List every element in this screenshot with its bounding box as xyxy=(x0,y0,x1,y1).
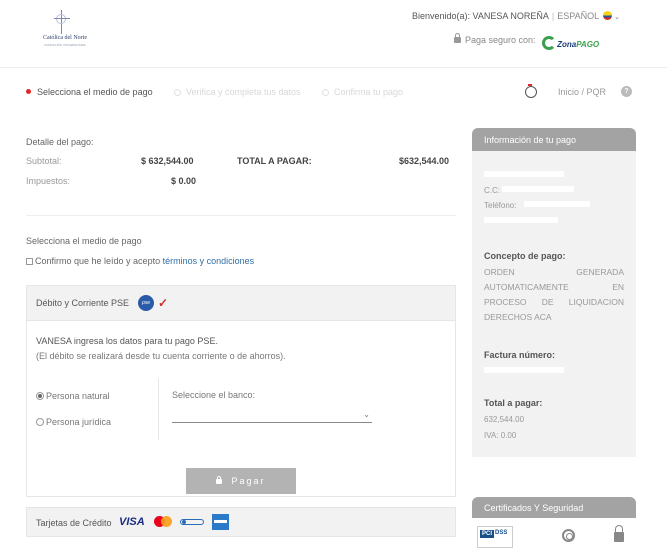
payment-info-panel: C.C: Teléfono: Concepto de pago: ORDEN GE… xyxy=(472,151,636,457)
pse-intro-line1: VANESA ingresa los datos para tu pago PS… xyxy=(36,336,218,346)
step2-label: Verifica y completa tus datos xyxy=(186,87,301,97)
university-logo[interactable]: Católica del Norte FUNDACIÓN UNIVERSITAR… xyxy=(30,10,100,50)
step3-label: Confirma tu pago xyxy=(334,87,404,97)
chevron-down-icon: ⌄ xyxy=(363,410,370,419)
certificates-title: Certificados Y Seguridad xyxy=(484,503,584,513)
payment-info-header: Información de tu pago xyxy=(472,128,636,151)
logo-text: Católica del Norte xyxy=(43,35,87,41)
bank-select[interactable]: ⌄ xyxy=(172,409,372,423)
zonapago-zona: Zona xyxy=(557,40,577,49)
concept-text: ORDEN GENERADA AUTOMATICAMENTE EN PROCESO D… xyxy=(484,265,624,325)
concept-label: Concepto de pago: xyxy=(484,251,566,261)
checkmark-icon: ✓ xyxy=(158,296,169,310)
redacted-name xyxy=(484,171,564,177)
terms-row: Confirmo que he leído y acepto términos … xyxy=(26,256,254,266)
visa-logo-icon: VISA xyxy=(119,516,145,528)
credit-cards-label: Tarjetas de Crédito xyxy=(36,518,112,528)
phone-label: Teléfono: xyxy=(484,201,517,210)
subtotal-label: Subtotal: xyxy=(26,156,62,166)
bank-label: Seleccione el banco: xyxy=(172,390,256,400)
language-selector[interactable]: ESPAÑOL xyxy=(557,11,599,21)
pci-dss-badge-icon[interactable] xyxy=(477,526,513,548)
radio-natural-control[interactable] xyxy=(36,392,44,400)
sidebar-iva-value: IVA: 0.00 xyxy=(484,431,517,440)
inactive-step-dot-icon xyxy=(174,89,181,96)
section-divider xyxy=(26,215,456,216)
vertical-divider xyxy=(158,378,159,440)
pse-panel: Débito y Corriente PSE pse ✓ VANESA ingr… xyxy=(26,285,456,497)
secure-text: Paga seguro con: xyxy=(465,35,536,45)
pay-button-label: Pagar xyxy=(231,476,266,486)
zonapago-pago: PAGO xyxy=(576,40,600,49)
active-step-dot-icon xyxy=(26,89,31,94)
radio-juridica-control[interactable] xyxy=(36,418,44,426)
subtotal-value: $ 632,544.00 xyxy=(141,156,194,166)
welcome-text: Bienvenido(a): VANESA NOREÑA xyxy=(412,11,549,21)
security-seal-icon[interactable] xyxy=(562,529,575,542)
logo-subtext: FUNDACIÓN UNIVERSITARIA xyxy=(44,43,86,47)
concept-line-4: DERECHOS ACA xyxy=(484,312,552,322)
welcome-bar: Bienvenido(a): VANESA NOREÑA | ESPAÑOL ⌄ xyxy=(412,11,620,21)
cc-label: C.C: xyxy=(484,186,500,195)
zonapago-logo: ZonaPAGO xyxy=(542,36,599,50)
pse-intro-line2: (El débito se realizará desde tu cuenta … xyxy=(36,351,286,361)
header-separator: | xyxy=(551,11,555,21)
certificates-panel xyxy=(472,518,636,548)
invoice-label: Factura número: xyxy=(484,350,556,360)
pse-logo-icon: pse xyxy=(138,295,154,311)
taxes-label: Impuestos: xyxy=(26,176,71,186)
inactive-step-dot-icon xyxy=(322,89,329,96)
diners-logo-icon xyxy=(180,519,204,525)
pse-panel-header[interactable]: Débito y Corriente PSE pse ✓ xyxy=(27,286,455,321)
step-verify-data: Verifica y completa tus datos xyxy=(174,87,301,97)
credit-cards-option[interactable]: Tarjetas de Crédito VISA xyxy=(26,507,456,537)
total-label: TOTAL A PAGAR: xyxy=(237,156,312,166)
payment-detail-title: Detalle del pago: xyxy=(26,137,94,147)
pay-button[interactable]: Pagar xyxy=(186,468,296,494)
concept-line-2: AUTOMATICAMENTE EN xyxy=(484,282,624,292)
help-icon[interactable]: ? xyxy=(621,86,632,97)
concept-line-3: PROCESO DE LIQUIDACION xyxy=(484,297,624,307)
redacted-invoice xyxy=(484,367,564,373)
radio-natural-label: Persona natural xyxy=(46,391,110,401)
cross-icon xyxy=(52,10,72,34)
redacted-email xyxy=(484,217,558,223)
colombia-flag-icon[interactable] xyxy=(603,11,613,20)
total-value: $632,544.00 xyxy=(399,156,450,166)
payment-info-title: Información de tu pago xyxy=(484,135,577,145)
redacted-cc xyxy=(502,186,574,192)
select-method-title: Selecciona el medio de pago xyxy=(26,236,142,246)
redacted-phone xyxy=(524,201,590,207)
pse-header-label: Débito y Corriente PSE xyxy=(36,298,130,308)
terms-link[interactable]: términos y condiciones xyxy=(163,256,255,266)
amex-logo-icon xyxy=(212,514,229,530)
sidebar-total-label: Total a pagar: xyxy=(484,398,543,408)
radio-persona-natural[interactable]: Persona natural xyxy=(36,391,110,401)
taxes-value: $ 0.00 xyxy=(171,176,197,186)
radio-persona-juridica[interactable]: Persona jurídica xyxy=(36,417,111,427)
step-select-method: Selecciona el medio de pago xyxy=(26,87,153,97)
zonapago-swoosh-icon xyxy=(542,36,557,50)
sidebar-total-value: 632,544.00 xyxy=(484,415,525,424)
step1-label: Selecciona el medio de pago xyxy=(37,87,153,97)
lock-icon xyxy=(216,476,223,484)
chevron-down-icon[interactable]: ⌄ xyxy=(614,14,620,21)
radio-juridica-label: Persona jurídica xyxy=(46,417,112,427)
timer-icon xyxy=(525,84,537,98)
lock-icon xyxy=(454,33,461,43)
certificates-header: Certificados Y Seguridad xyxy=(472,497,636,518)
secure-payment-badge: Paga seguro con: ZonaPAGO xyxy=(454,33,599,50)
terms-text: Confirmo que he leído y acepto xyxy=(35,256,163,266)
padlock-icon[interactable] xyxy=(614,525,624,542)
concept-line-1: ORDEN GENERADA xyxy=(484,267,624,277)
nav-links[interactable]: Inicio / PQR xyxy=(558,87,606,97)
terms-checkbox[interactable] xyxy=(26,258,33,265)
header: Católica del Norte FUNDACIÓN UNIVERSITAR… xyxy=(0,0,667,68)
step-confirm-payment: Confirma tu pago xyxy=(322,87,403,97)
mastercard-logo-icon xyxy=(154,516,172,528)
